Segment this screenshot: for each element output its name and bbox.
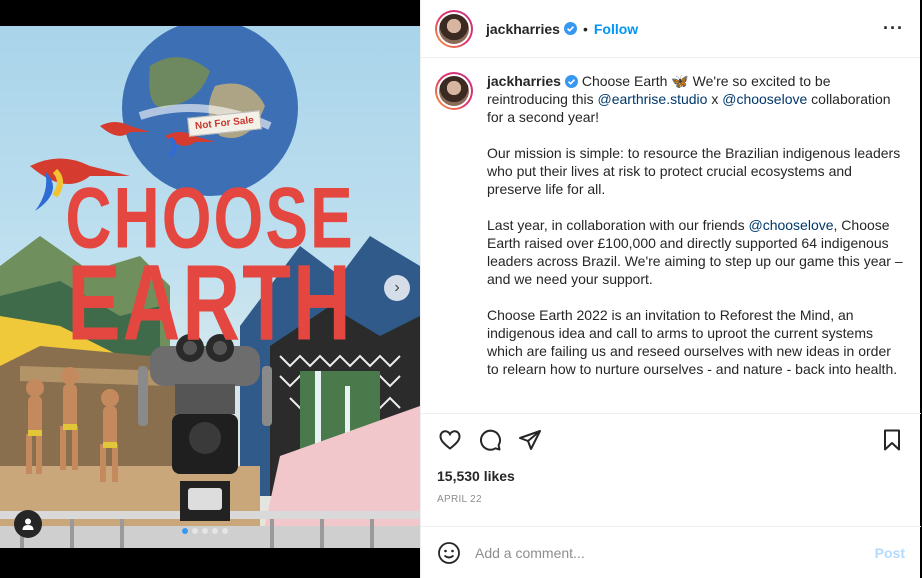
tagged-users-button[interactable] — [14, 510, 42, 538]
user-icon — [22, 518, 34, 530]
caption-paragraph-mission: Our mission is simple: to resource the B… — [487, 145, 901, 197]
caption-section: jackharries Choose Earth 🦋 We're so exci… — [421, 58, 920, 413]
share-button[interactable] — [517, 427, 543, 453]
chevron-right-icon: › — [394, 279, 400, 296]
bookmark-icon — [884, 429, 900, 451]
post-side-panel: jackharries • Follow ··· jackharries Cho… — [420, 0, 921, 578]
mention-chooselove[interactable]: @chooselove — [722, 91, 807, 107]
carousel-dot — [222, 528, 228, 534]
carousel-dot — [202, 528, 208, 534]
comment-icon — [480, 429, 502, 451]
carousel-dot — [182, 528, 188, 534]
carousel-dot — [212, 528, 218, 534]
next-slide-button[interactable]: › — [384, 275, 410, 301]
mention-chooselove-2[interactable]: @chooselove — [748, 217, 833, 233]
like-button[interactable] — [437, 427, 463, 453]
header-username[interactable]: jackharries — [486, 21, 560, 37]
post-actions: 15,530 likes APRIL 22 — [421, 413, 921, 505]
header-separator: • — [582, 20, 588, 37]
carousel-indicator — [182, 528, 228, 534]
post-image: Not For Sale CHOOSE EARTH — [0, 26, 420, 548]
caption-text: jackharries Choose Earth 🦋 We're so exci… — [487, 72, 904, 413]
like-count[interactable]: 15,530 likes — [437, 468, 905, 484]
verified-badge-icon — [564, 75, 578, 88]
save-button[interactable] — [879, 427, 905, 453]
caption-avatar[interactable] — [435, 72, 473, 110]
post-date[interactable]: APRIL 22 — [437, 494, 905, 505]
comment-input[interactable] — [475, 544, 875, 561]
follow-button[interactable]: Follow — [594, 21, 638, 37]
caption-username[interactable]: jackharries — [487, 73, 561, 89]
post-header: jackharries • Follow ··· — [421, 0, 920, 58]
caption-paragraph-2022: Choose Earth 2022 is an invitation to Re… — [487, 307, 898, 377]
mention-earthrise[interactable]: @earthrise.studio — [598, 91, 708, 107]
comment-bar: Post — [421, 526, 921, 578]
avatar[interactable] — [435, 9, 473, 48]
carousel-dot — [192, 528, 198, 534]
paper-plane-icon — [519, 430, 541, 450]
post-comment-button[interactable]: Post — [875, 545, 905, 561]
heart-icon — [439, 430, 461, 450]
art-title-earth: EARTH — [67, 242, 353, 363]
caption-paragraph-last-year-start: Last year, in collaboration with our fri… — [487, 217, 749, 233]
comment-button[interactable] — [477, 427, 503, 453]
verified-badge-icon — [563, 22, 577, 35]
post-media: Not For Sale CHOOSE EARTH › — [0, 0, 420, 578]
caption-x: x — [707, 91, 723, 107]
emoji-icon[interactable] — [437, 541, 461, 565]
more-options-icon[interactable]: ··· — [883, 18, 904, 39]
